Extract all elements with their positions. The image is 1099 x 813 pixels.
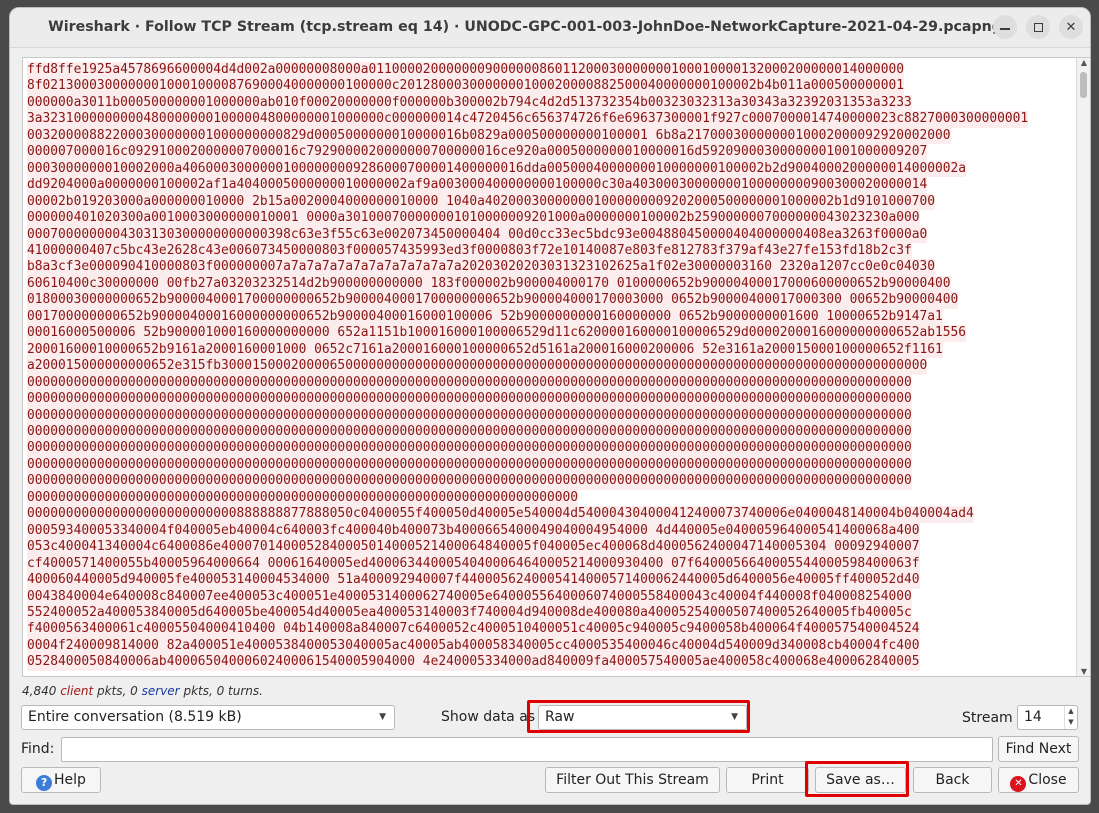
help-icon: ? bbox=[36, 775, 53, 791]
stream-line: 00002b019203000a000000010000 2b15a002000… bbox=[27, 193, 936, 211]
stream-line: cf4000571400055b40005964000664 000616400… bbox=[27, 555, 920, 573]
stream-line: b8a3cf3e000090410000803f000000007a7a7a7a… bbox=[27, 259, 936, 276]
server-pkt-count: 0 bbox=[130, 684, 138, 698]
stream-line: 0528400050840006ab4000650400060240006154… bbox=[27, 654, 920, 671]
stream-line: 0000000000000000000000000000000000000000… bbox=[27, 489, 579, 507]
print-label: Print bbox=[751, 772, 784, 788]
stream-line: 0043840004e640008c840007ee400053c400051e… bbox=[27, 588, 912, 605]
find-label: Find: bbox=[21, 741, 55, 757]
minimize-icon bbox=[1000, 28, 1010, 30]
stream-line: dd9204000a0000000100002af1a4040005000000… bbox=[27, 177, 928, 194]
stream-line: 001700000000652b90000400016000000000652b… bbox=[27, 308, 943, 326]
save-as-highlight bbox=[805, 761, 909, 797]
print-button[interactable]: Print bbox=[726, 767, 809, 793]
find-next-label: Find Next bbox=[1005, 741, 1072, 757]
stream-line: 0000000000000000000000000000000000000000… bbox=[27, 440, 912, 457]
client-label: client bbox=[60, 684, 94, 698]
scroll-up-icon[interactable]: ▲ bbox=[1078, 58, 1090, 67]
filter-out-stream-button[interactable]: Filter Out This Stream bbox=[545, 767, 720, 793]
close-icon: ✕ bbox=[1065, 19, 1077, 35]
stream-line: a200015000000000652e315fb300015000200006… bbox=[27, 358, 928, 375]
show-data-highlight bbox=[527, 700, 750, 733]
find-input[interactable] bbox=[61, 737, 993, 762]
help-label: Help bbox=[54, 772, 86, 788]
stream-line: 0007000000004303130300000000000398c63e3f… bbox=[27, 226, 928, 243]
stream-line: 000000401020300a0010003000000010001 0000… bbox=[27, 210, 920, 227]
stream-stats: 4,840 client pkts, 0 server pkts, 0 turn… bbox=[22, 684, 263, 698]
stream-line: 00016000500006 52b900001000160000000000 … bbox=[27, 325, 967, 342]
vertical-scrollbar[interactable]: ▲ ▼ bbox=[1076, 58, 1090, 676]
close-circle-icon: ✕ bbox=[1010, 776, 1027, 792]
close-label: Close bbox=[1028, 772, 1067, 788]
stream-line: 0000000000000000000000000000000000000000… bbox=[27, 473, 912, 490]
minimize-button[interactable] bbox=[993, 15, 1017, 39]
stream-line: ffd8ffe1925a4578696600004d4d002a00000008… bbox=[27, 62, 904, 79]
stream-label: Stream bbox=[962, 710, 1013, 726]
stats-tail: pkts, 0 turns. bbox=[183, 684, 263, 698]
stream-line: 0000000000000000000000000000000000000000… bbox=[27, 423, 912, 441]
stream-line: 41000000407c5bc43e2628c43e00607345000080… bbox=[27, 242, 912, 260]
stream-content-area[interactable]: ffd8ffe1925a4578696600004d4d002a00000008… bbox=[22, 57, 1090, 677]
stream-line: 0000000000000000000000000008888888778880… bbox=[27, 506, 974, 523]
spin-down-icon[interactable]: ▼ bbox=[1065, 717, 1077, 728]
window-title: Wireshark · Follow TCP Stream (tcp.strea… bbox=[48, 19, 1002, 35]
stream-line: 0003000000010002000a40600030000001000000… bbox=[27, 160, 967, 178]
stream-line: 0000000000000000000000000000000000000000… bbox=[27, 374, 912, 392]
stream-line: 000007000016c0929100020000007000016c7929… bbox=[27, 144, 928, 161]
server-label: server bbox=[141, 684, 180, 698]
conversation-value: Entire conversation (8.519 kB) bbox=[28, 709, 242, 725]
stream-line: 003200008822000300000001000000000829d000… bbox=[27, 127, 951, 145]
spin-up-icon[interactable]: ▲ bbox=[1065, 706, 1077, 717]
stream-line: 400060440005d940005fe400053140004534000 … bbox=[27, 572, 920, 589]
stream-line: 000000a3011b000500000001000000ab010f0002… bbox=[27, 94, 912, 112]
stream-line: 3a32310000000004800000001000004800000001… bbox=[27, 111, 1029, 128]
show-data-label: Show data as bbox=[441, 709, 536, 725]
find-next-button[interactable]: Find Next bbox=[998, 736, 1079, 762]
stream-line: 01800030000000652b9000040001700000000652… bbox=[27, 292, 959, 309]
follow-tcp-stream-window: Wireshark · Follow TCP Stream (tcp.strea… bbox=[9, 7, 1091, 805]
conversation-select[interactable]: Entire conversation (8.519 kB) ▼ bbox=[21, 705, 395, 730]
stream-line: 000593400053340004f040005eb40004c640003f… bbox=[27, 522, 920, 540]
stream-line: 053c400041340004c6400086e400070140005284… bbox=[27, 539, 920, 556]
back-button[interactable]: Back bbox=[913, 767, 992, 793]
close-button[interactable]: ✕ Close bbox=[998, 767, 1079, 793]
title-bar[interactable]: Wireshark · Follow TCP Stream (tcp.strea… bbox=[10, 8, 1090, 48]
stream-line: 20001600010000652b9161a2000160001000 065… bbox=[27, 341, 943, 359]
stream-line: 0000000000000000000000000000000000000000… bbox=[27, 456, 912, 474]
stats-mid: pkts, bbox=[96, 684, 127, 698]
stream-line: 0004f240009814000 82a400051e400053840005… bbox=[27, 637, 920, 655]
spin-arrows[interactable]: ▲ ▼ bbox=[1064, 706, 1077, 729]
window-close-button[interactable]: ✕ bbox=[1059, 15, 1083, 39]
stream-line: 60610400c30000000 00fb27a03203232514d2b9… bbox=[27, 275, 951, 293]
stream-number-value: 14 bbox=[1024, 709, 1042, 725]
stream-text[interactable]: ffd8ffe1925a4578696600004d4d002a00000008… bbox=[27, 62, 1065, 671]
scroll-down-icon[interactable]: ▼ bbox=[1078, 667, 1090, 676]
chevron-down-icon: ▼ bbox=[379, 712, 386, 722]
maximize-icon bbox=[1033, 22, 1043, 32]
scroll-thumb[interactable] bbox=[1080, 72, 1087, 98]
stream-line: 552400052a400053840005d640005be400054d40… bbox=[27, 604, 912, 622]
filter-out-label: Filter Out This Stream bbox=[556, 772, 709, 788]
stream-line: f4000563400061c40005504000410400 04b1400… bbox=[27, 621, 920, 638]
stream-line: 8f02130003000000010001000087690004000000… bbox=[27, 78, 904, 95]
stream-line: 0000000000000000000000000000000000000000… bbox=[27, 391, 912, 408]
maximize-button[interactable] bbox=[1026, 15, 1050, 39]
stream-number-spinbox[interactable]: 14 ▲ ▼ bbox=[1017, 705, 1078, 730]
help-button[interactable]: ? Help bbox=[21, 767, 101, 793]
stream-line: 0000000000000000000000000000000000000000… bbox=[27, 407, 912, 424]
back-label: Back bbox=[935, 772, 970, 788]
client-pkt-count: 4,840 bbox=[22, 684, 57, 698]
